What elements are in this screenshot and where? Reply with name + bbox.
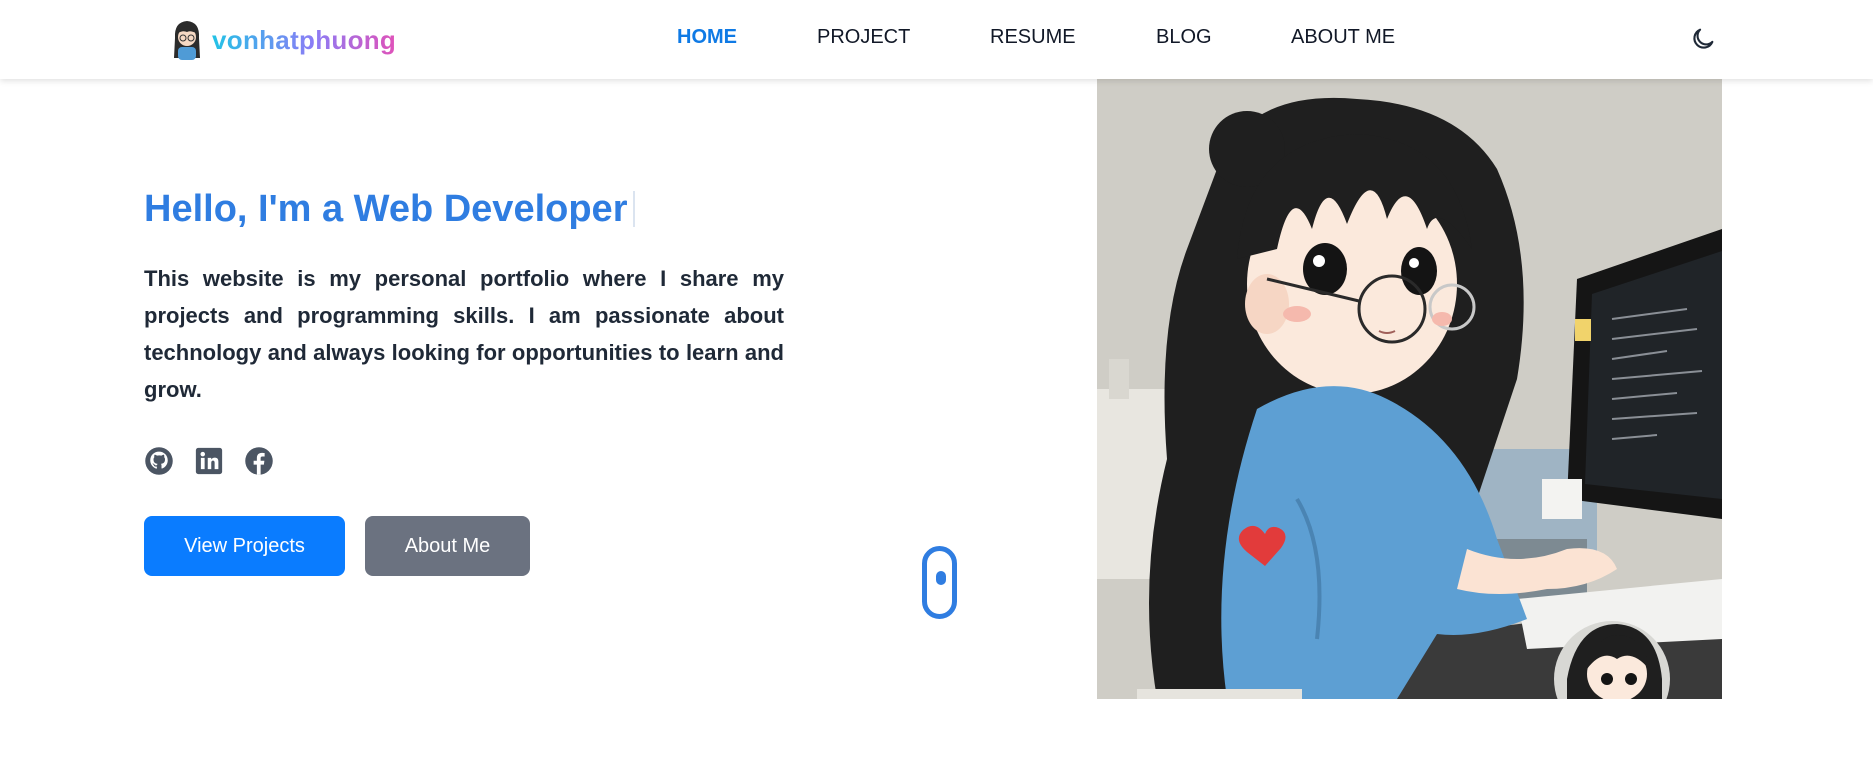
social-links <box>144 446 274 476</box>
hero-description: This website is my personal portfolio wh… <box>144 266 784 402</box>
main-nav: HOME PROJECT RESUME BLOG ABOUT ME <box>0 26 1873 54</box>
facebook-icon[interactable] <box>244 446 274 476</box>
nav-blog[interactable]: BLOG <box>1156 26 1212 49</box>
view-projects-button[interactable]: View Projects <box>144 516 345 576</box>
nav-home[interactable]: HOME <box>677 26 737 49</box>
hero-illustration <box>1097 79 1722 699</box>
github-icon[interactable] <box>144 446 174 476</box>
nav-about-me[interactable]: ABOUT ME <box>1291 26 1395 49</box>
hero-title-text: Hello, I'm a Web Developer <box>144 188 628 230</box>
about-me-button[interactable]: About Me <box>365 516 530 576</box>
scroll-wheel-dot <box>936 571 946 585</box>
mouse-scroll-icon[interactable] <box>922 546 957 619</box>
site-header: vonhatphuong HOME PROJECT RESUME BLOG AB… <box>0 0 1873 79</box>
moon-icon[interactable] <box>1689 25 1717 53</box>
typing-caret <box>633 191 636 227</box>
nav-project[interactable]: PROJECT <box>817 26 910 49</box>
nav-resume[interactable]: RESUME <box>990 26 1076 49</box>
hero-title: Hello, I'm a Web Developer <box>144 188 636 231</box>
linkedin-icon[interactable] <box>194 446 224 476</box>
